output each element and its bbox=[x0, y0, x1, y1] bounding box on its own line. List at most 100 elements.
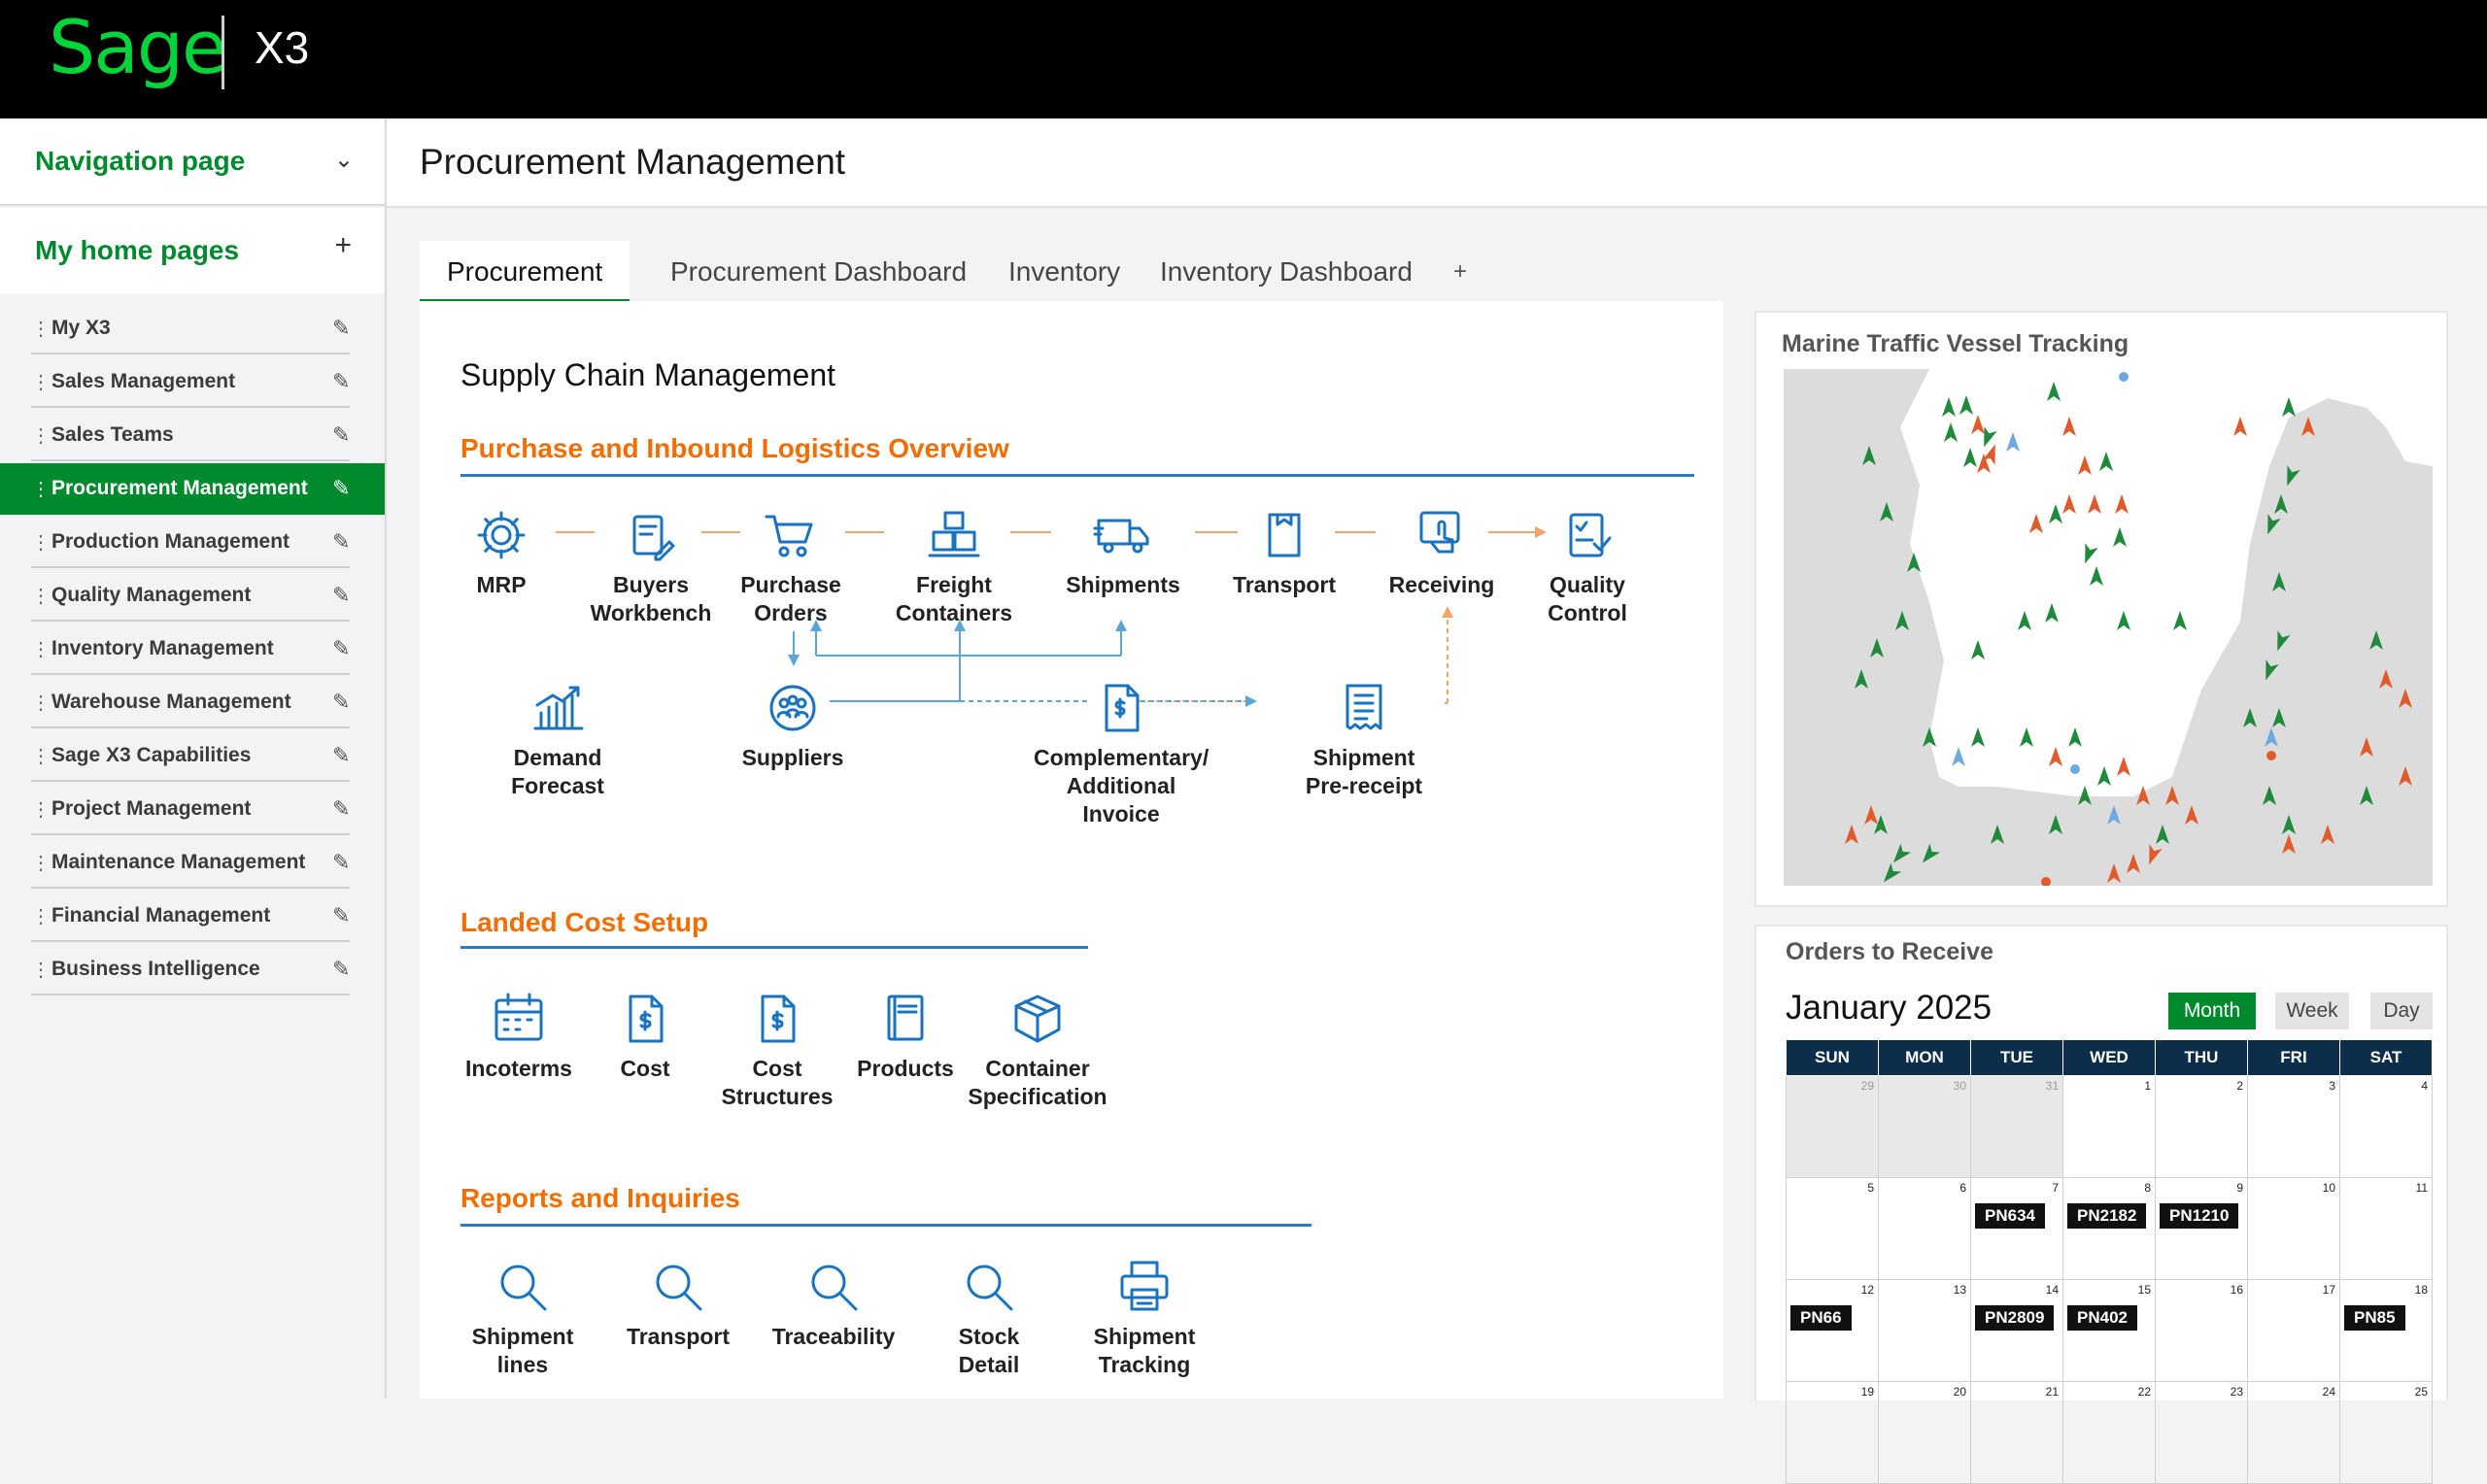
edit-pencil-icon[interactable]: ✎ bbox=[332, 850, 350, 875]
calendar-view-day-button[interactable]: Day bbox=[2370, 993, 2433, 1029]
landed-cost-item-container-specification[interactable]: Container Specification bbox=[950, 975, 1125, 1111]
tab-inventory[interactable]: Inventory bbox=[1008, 256, 1120, 287]
calendar-day-cell[interactable]: 25 bbox=[2339, 1381, 2433, 1484]
calendar-day-cell[interactable]: 21 bbox=[1970, 1381, 2063, 1484]
drag-handle-icon[interactable]: ⋮ bbox=[31, 317, 51, 341]
calendar-day-cell[interactable]: 24 bbox=[2247, 1381, 2340, 1484]
report-item-stock-detail[interactable]: Stock Detail bbox=[902, 1243, 1076, 1379]
sidebar-item-sales-management[interactable]: ⋮ Sales Management ✎ bbox=[0, 356, 385, 408]
calendar-day-cell[interactable]: 15 PN402 bbox=[2062, 1279, 2156, 1382]
calendar-day-cell[interactable]: 18 PN85 bbox=[2339, 1279, 2433, 1382]
order-event-badge[interactable]: PN2182 bbox=[2067, 1203, 2147, 1229]
edit-pencil-icon[interactable]: ✎ bbox=[332, 903, 350, 928]
vessel-dot-icon[interactable] bbox=[2266, 751, 2276, 760]
flow-node-complementary-additional-invoice[interactable]: Complementary/ Additional Invoice bbox=[1034, 664, 1209, 828]
calendar-day-cell[interactable]: 3 bbox=[2247, 1075, 2340, 1178]
edit-pencil-icon[interactable]: ✎ bbox=[332, 636, 350, 661]
drag-handle-icon[interactable]: ⋮ bbox=[31, 530, 51, 555]
calendar-day-cell[interactable]: 20 bbox=[1878, 1381, 1971, 1484]
calendar-day-cell[interactable]: 6 bbox=[1878, 1177, 1971, 1280]
edit-pencil-icon[interactable]: ✎ bbox=[332, 422, 350, 448]
sidebar-item-warehouse-management[interactable]: ⋮ Warehouse Management ✎ bbox=[0, 677, 385, 728]
vessel-dot-icon[interactable] bbox=[2070, 764, 2080, 774]
drag-handle-icon[interactable]: ⋮ bbox=[31, 744, 51, 768]
report-item-traceability[interactable]: Traceability bbox=[746, 1243, 921, 1351]
edit-pencil-icon[interactable]: ✎ bbox=[332, 743, 350, 768]
chevron-down-icon[interactable]: ⌄ bbox=[334, 146, 354, 174]
order-event-badge[interactable]: PN634 bbox=[1975, 1203, 2045, 1229]
calendar-day-cell[interactable]: 31 bbox=[1970, 1075, 2063, 1178]
sage-logo[interactable]: Sage bbox=[49, 4, 227, 90]
calendar-day-cell[interactable]: 29 bbox=[1786, 1075, 1879, 1178]
report-item-shipment-tracking[interactable]: Shipment Tracking bbox=[1057, 1243, 1232, 1379]
calendar-day-cell[interactable]: 4 bbox=[2339, 1075, 2433, 1178]
report-item-transport[interactable]: Transport bbox=[591, 1243, 766, 1351]
edit-pencil-icon[interactable]: ✎ bbox=[332, 476, 350, 501]
drag-handle-icon[interactable]: ⋮ bbox=[31, 904, 51, 928]
calendar-day-cell[interactable]: 19 bbox=[1786, 1381, 1879, 1484]
edit-pencil-icon[interactable]: ✎ bbox=[332, 583, 350, 608]
calendar-day-cell[interactable]: 8 PN2182 bbox=[2062, 1177, 2156, 1280]
drag-handle-icon[interactable]: ⋮ bbox=[31, 584, 51, 608]
calendar-day-cell[interactable]: 14 PN2809 bbox=[1970, 1279, 2063, 1382]
flow-node-shipment-pre-receipt[interactable]: Shipment Pre-receipt bbox=[1277, 664, 1451, 800]
drag-handle-icon[interactable]: ⋮ bbox=[31, 477, 51, 501]
sidebar-item-quality-management[interactable]: ⋮ Quality Management ✎ bbox=[0, 570, 385, 622]
tab-procurement[interactable]: Procurement bbox=[420, 241, 630, 303]
sidebar-item-maintenance-management[interactable]: ⋮ Maintenance Management ✎ bbox=[0, 837, 385, 889]
drag-handle-icon[interactable]: ⋮ bbox=[31, 637, 51, 661]
sidebar-item-inventory-management[interactable]: ⋮ Inventory Management ✎ bbox=[0, 624, 385, 675]
sidebar-item-procurement-management[interactable]: ⋮ Procurement Management ✎ bbox=[0, 463, 385, 515]
calendar-view-week-button[interactable]: Week bbox=[2275, 993, 2349, 1029]
calendar-view-month-button[interactable]: Month bbox=[2168, 993, 2256, 1029]
drag-handle-icon[interactable]: ⋮ bbox=[31, 958, 51, 982]
calendar-day-cell[interactable]: 1 bbox=[2062, 1075, 2156, 1178]
calendar-day-cell[interactable]: 13 bbox=[1878, 1279, 1971, 1382]
navigation-page-header[interactable]: Navigation page ⌄ bbox=[0, 118, 385, 206]
flow-node-purchase-orders[interactable]: Purchase Orders bbox=[703, 491, 878, 627]
order-event-badge[interactable]: PN2809 bbox=[1975, 1305, 2055, 1331]
calendar-day-cell[interactable]: 22 bbox=[2062, 1381, 2156, 1484]
edit-pencil-icon[interactable]: ✎ bbox=[332, 529, 350, 555]
calendar-day-cell[interactable]: 9 PN1210 bbox=[2155, 1177, 2248, 1280]
order-event-badge[interactable]: PN66 bbox=[1790, 1305, 1852, 1331]
sidebar-item-sage-x3-capabilities[interactable]: ⋮ Sage X3 Capabilities ✎ bbox=[0, 730, 385, 782]
drag-handle-icon[interactable]: ⋮ bbox=[31, 851, 51, 875]
flow-node-demand-forecast[interactable]: Demand Forecast bbox=[470, 664, 645, 800]
flow-node-shipments[interactable]: Shipments bbox=[1036, 491, 1210, 599]
calendar-day-cell[interactable]: 5 bbox=[1786, 1177, 1879, 1280]
calendar-day-cell[interactable]: 17 bbox=[2247, 1279, 2340, 1382]
calendar-day-cell[interactable]: 10 bbox=[2247, 1177, 2340, 1280]
edit-pencil-icon[interactable]: ✎ bbox=[332, 690, 350, 715]
flow-node-mrp[interactable]: MRP bbox=[414, 491, 589, 599]
calendar-day-cell[interactable]: 7 PN634 bbox=[1970, 1177, 2063, 1280]
sidebar-item-project-management[interactable]: ⋮ Project Management ✎ bbox=[0, 784, 385, 835]
vessel-map[interactable] bbox=[1784, 369, 2433, 886]
report-item-shipment-lines[interactable]: Shipment lines bbox=[435, 1243, 610, 1379]
calendar-day-cell[interactable]: 12 PN66 bbox=[1786, 1279, 1879, 1382]
add-home-page-icon[interactable]: + bbox=[334, 229, 352, 262]
sidebar-item-my-x3[interactable]: ⋮ My X3 ✎ bbox=[0, 303, 385, 354]
edit-pencil-icon[interactable]: ✎ bbox=[332, 796, 350, 822]
flow-node-quality-control[interactable]: Quality Control bbox=[1500, 491, 1675, 627]
tab-procurement-dashboard[interactable]: Procurement Dashboard bbox=[670, 256, 967, 287]
order-event-badge[interactable]: PN1210 bbox=[2160, 1203, 2239, 1229]
drag-handle-icon[interactable]: ⋮ bbox=[31, 370, 51, 394]
flow-node-transport[interactable]: Transport bbox=[1197, 491, 1372, 599]
sidebar-item-sales-teams[interactable]: ⋮ Sales Teams ✎ bbox=[0, 410, 385, 461]
flow-node-suppliers[interactable]: Suppliers bbox=[705, 664, 880, 772]
sidebar-item-business-intelligence[interactable]: ⋮ Business Intelligence ✎ bbox=[0, 944, 385, 995]
order-event-badge[interactable]: PN402 bbox=[2067, 1305, 2137, 1331]
calendar-day-cell[interactable]: 16 bbox=[2155, 1279, 2248, 1382]
edit-pencil-icon[interactable]: ✎ bbox=[332, 369, 350, 394]
vessel-dot-icon[interactable] bbox=[2119, 372, 2129, 382]
sidebar-item-production-management[interactable]: ⋮ Production Management ✎ bbox=[0, 517, 385, 568]
add-tab-icon[interactable]: + bbox=[1453, 258, 1467, 286]
edit-pencil-icon[interactable]: ✎ bbox=[332, 957, 350, 982]
calendar-day-cell[interactable]: 23 bbox=[2155, 1381, 2248, 1484]
calendar-day-cell[interactable]: 2 bbox=[2155, 1075, 2248, 1178]
calendar-day-cell[interactable]: 30 bbox=[1878, 1075, 1971, 1178]
order-event-badge[interactable]: PN85 bbox=[2344, 1305, 2405, 1331]
tab-inventory-dashboard[interactable]: Inventory Dashboard bbox=[1160, 256, 1413, 287]
drag-handle-icon[interactable]: ⋮ bbox=[31, 691, 51, 715]
